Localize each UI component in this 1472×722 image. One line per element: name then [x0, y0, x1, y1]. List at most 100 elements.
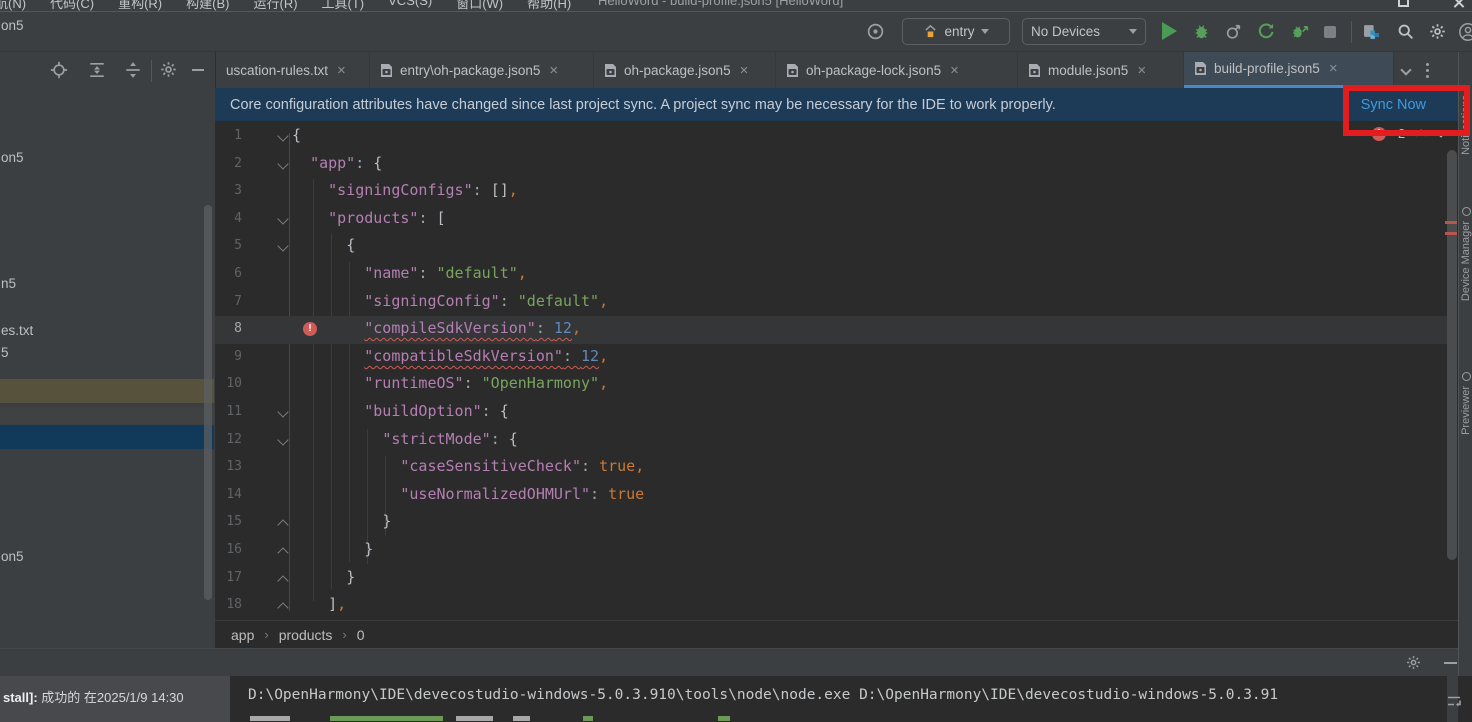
code-line-14[interactable]: 14 "useNormalizedOHMUrl": true — [215, 482, 1447, 510]
tree-item-label[interactable]: on5 — [1, 150, 24, 165]
code-line-16[interactable]: 16 } — [215, 537, 1447, 565]
tab-uscation-rules.txt[interactable]: uscation-rules.txt× — [216, 52, 370, 88]
avatar[interactable] — [1458, 22, 1472, 42]
fold-close-icon[interactable] — [277, 603, 288, 614]
tree-item-label[interactable]: n5 — [1, 276, 16, 291]
menu-item[interactable]: 导航(N) — [0, 0, 26, 12]
fold-open-icon[interactable] — [277, 158, 288, 169]
stop-button[interactable] — [1324, 26, 1336, 38]
tree-row-highlight[interactable] — [0, 379, 214, 403]
code-line-17[interactable]: 17 } — [215, 565, 1447, 593]
menu-item[interactable]: 帮助(H) — [527, 0, 571, 12]
close-tab-icon[interactable]: × — [549, 62, 558, 79]
tree-scrollbar[interactable] — [204, 205, 212, 600]
menu-item[interactable]: 运行(R) — [253, 0, 297, 12]
close-tab-icon[interactable]: × — [740, 62, 749, 79]
code-text: "runtimeOS": "OpenHarmony", — [292, 374, 608, 392]
code-line-9[interactable]: 9 "compatibleSdkVersion": 12, — [215, 344, 1447, 372]
tree-row-highlight[interactable] — [0, 407, 214, 424]
console-settings-gear-icon[interactable] — [1406, 655, 1421, 670]
menu-item[interactable]: 重构(R) — [118, 0, 162, 12]
run-config-select[interactable]: entry — [902, 18, 1010, 45]
code-line-5[interactable]: 5 { — [215, 233, 1447, 261]
menu-item[interactable]: 工具(T) — [322, 0, 365, 12]
minimize-toolwindow-icon[interactable] — [1444, 662, 1457, 664]
editor-scrollbar[interactable] — [1447, 150, 1457, 560]
project-structure-icon[interactable] — [1363, 23, 1380, 40]
settings-gear-icon[interactable] — [1429, 23, 1446, 40]
code-line-11[interactable]: 11 "buildOption": { — [215, 399, 1447, 427]
expand-all-icon[interactable] — [88, 61, 106, 79]
fold-open-icon[interactable] — [277, 406, 288, 417]
code-line-18[interactable]: 18 ], — [215, 592, 1447, 620]
tree-item-label[interactable]: es.txt — [1, 323, 33, 338]
menu-item[interactable]: 构建(B) — [186, 0, 229, 12]
locate-file-icon[interactable] — [50, 61, 68, 79]
tab-module.json5[interactable]: module.json5× — [1018, 52, 1184, 88]
fold-open-icon[interactable] — [277, 130, 288, 141]
tree-item-label[interactable]: 5 — [1, 345, 9, 360]
tool-stripe-previewer[interactable]: Previewer — [1459, 372, 1472, 435]
hide-panel-icon[interactable] — [192, 69, 204, 71]
fold-close-icon[interactable] — [277, 520, 288, 531]
tab-build-profile.json5[interactable]: build-profile.json5× — [1184, 52, 1394, 88]
debug-attach-button[interactable] — [1290, 22, 1309, 40]
breadcrumb-item[interactable]: products — [279, 627, 333, 643]
code-line-2[interactable]: 2 "app": { — [215, 151, 1447, 179]
code-line-12[interactable]: 12 "strictMode": { — [215, 427, 1447, 455]
console-output-line[interactable]: D:\OpenHarmony\IDE\devecostudio-windows-… — [248, 687, 1278, 703]
tab-list-chevron-icon[interactable] — [1400, 64, 1411, 75]
chevron-down-icon — [1129, 29, 1137, 34]
code-line-4[interactable]: 4 "products": [ — [215, 206, 1447, 234]
line-number: 6 — [215, 266, 242, 281]
tool-stripe-device-manager[interactable]: Device Manager — [1459, 207, 1472, 301]
fold-close-icon[interactable] — [277, 575, 288, 586]
menu-item[interactable]: 窗口(W) — [456, 0, 503, 12]
soft-wrap-icon[interactable] — [1447, 694, 1461, 708]
fold-open-icon[interactable] — [277, 213, 288, 224]
error-stripe-mark[interactable] — [1445, 221, 1457, 224]
close-tab-icon[interactable]: × — [1137, 62, 1146, 79]
code-line-15[interactable]: 15 } — [215, 509, 1447, 537]
fold-close-icon[interactable] — [277, 547, 288, 558]
breadcrumb-item[interactable]: app — [231, 627, 254, 643]
close-tab-icon[interactable]: × — [1329, 60, 1338, 77]
tree-item-label[interactable]: on5 — [1, 18, 24, 33]
breadcrumb-item[interactable]: 0 — [357, 627, 365, 643]
json5-file-icon — [604, 63, 617, 78]
tree-row-selected[interactable] — [0, 425, 214, 449]
menu-item[interactable]: 代码(C) — [50, 0, 94, 12]
run-button[interactable] — [1162, 22, 1177, 40]
code-line-10[interactable]: 10 "runtimeOS": "OpenHarmony", — [215, 371, 1447, 399]
profiler-button[interactable] — [1225, 23, 1242, 40]
panel-settings-gear-icon[interactable] — [160, 61, 177, 78]
code-line-1[interactable]: 1{ — [215, 123, 1447, 151]
code-line-7[interactable]: 7 "signingConfig": "default", — [215, 289, 1447, 317]
menu-item[interactable]: VCS(S) — [388, 0, 432, 12]
fold-open-icon[interactable] — [277, 241, 288, 252]
close-icon[interactable] — [1452, 0, 1465, 9]
error-stripe-mark[interactable] — [1445, 232, 1457, 235]
close-tab-icon[interactable]: × — [950, 62, 959, 79]
debug-button[interactable] — [1192, 22, 1211, 40]
code-editor[interactable]: 1{2 "app": {3 "signingConfigs": [],4 "pr… — [215, 121, 1458, 620]
collapse-all-icon[interactable] — [124, 61, 142, 79]
tree-item-label[interactable]: on5 — [1, 549, 24, 564]
device-select[interactable]: No Devices — [1022, 18, 1146, 45]
tab-oh-package-lock.json5[interactable]: oh-package-lock.json5× — [776, 52, 1018, 88]
code-line-3[interactable]: 3 "signingConfigs": [], — [215, 178, 1447, 206]
tab-entry-oh-package.json5[interactable]: entry\oh-package.json5× — [370, 52, 594, 88]
close-tab-icon[interactable]: × — [337, 62, 346, 79]
code-line-6[interactable]: 6 "name": "default", — [215, 261, 1447, 289]
fold-open-icon[interactable] — [277, 434, 288, 445]
sync-rerun-button[interactable] — [1257, 22, 1275, 40]
line-number: 12 — [215, 432, 242, 447]
code-line-8[interactable]: 8! "compileSdkVersion": 12, — [215, 316, 1447, 344]
tab-options-kebab-icon[interactable] — [1426, 63, 1429, 78]
code-line-13[interactable]: 13 "caseSensitiveCheck": true, — [215, 454, 1447, 482]
tab-oh-package.json5[interactable]: oh-package.json5× — [594, 52, 776, 88]
tool-stripe-label: Previewer — [1460, 386, 1472, 435]
search-icon[interactable] — [1397, 23, 1414, 40]
screenshot-target-icon[interactable] — [866, 22, 885, 41]
maximize-icon[interactable] — [1398, 0, 1409, 7]
